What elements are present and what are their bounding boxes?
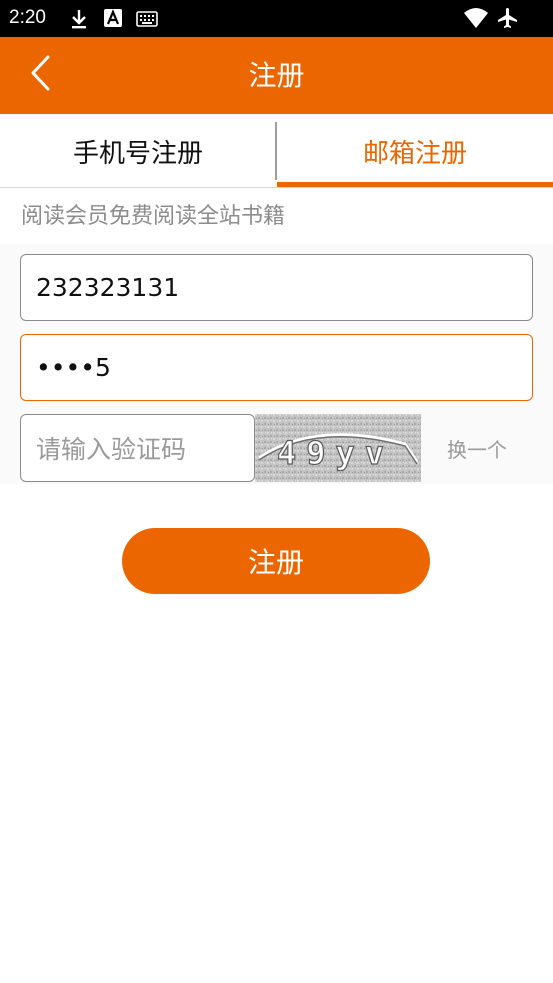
keyboard-icon	[136, 11, 158, 31]
tab-phone-register[interactable]: 手机号注册	[0, 114, 276, 188]
register-tabs: 手机号注册 邮箱注册	[0, 114, 553, 188]
wifi-icon	[463, 7, 489, 33]
tab-email-register[interactable]: 邮箱注册	[277, 114, 553, 188]
page-title: 注册	[248, 59, 305, 92]
captcha-image[interactable]: 49yv	[255, 414, 421, 482]
status-time: 2:20	[9, 7, 46, 28]
captcha-placeholder: 请输入验证码	[36, 435, 187, 464]
airplane-mode-icon	[496, 6, 520, 34]
status-bar: 2:20	[0, 0, 553, 37]
refresh-captcha-button[interactable]: 换一个	[421, 414, 533, 482]
member-hint: 阅读会员免费阅读全站书籍	[21, 204, 286, 229]
account-value: 232323131	[36, 273, 180, 302]
active-tab-indicator	[277, 182, 553, 187]
captcha-text: 49yv	[277, 434, 394, 472]
password-input[interactable]: ••••5	[20, 334, 533, 401]
register-button[interactable]: 注册	[122, 528, 430, 594]
password-value: ••••5	[36, 353, 111, 382]
app-bar: 注册	[0, 37, 553, 114]
download-icon	[68, 8, 90, 34]
text-a-icon	[103, 8, 123, 32]
account-input[interactable]: 232323131	[20, 254, 533, 321]
captcha-input[interactable]: 请输入验证码	[20, 414, 255, 482]
